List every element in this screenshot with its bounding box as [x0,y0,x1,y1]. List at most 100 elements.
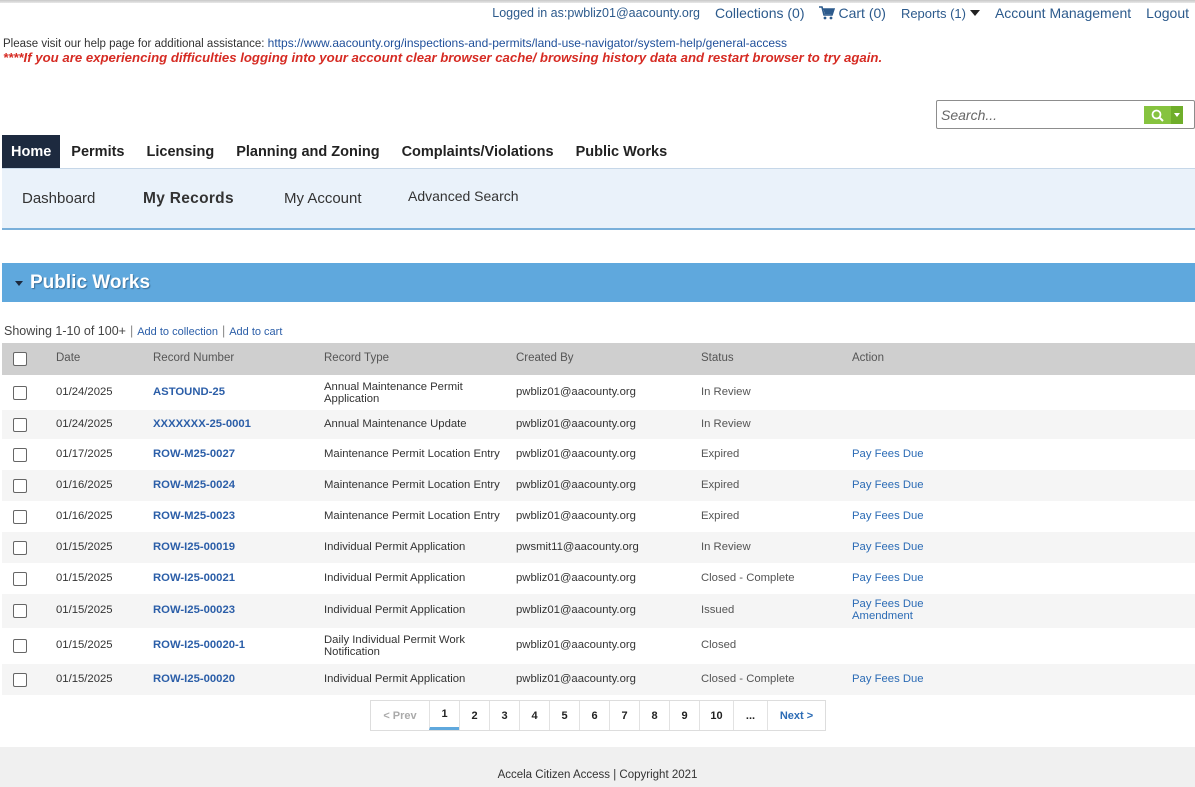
row-record-type: Individual Permit Application [324,673,466,685]
amendment-link[interactable]: Amendment [852,610,913,622]
record-number-link[interactable]: ASTOUND-25 [153,386,225,398]
tab-home[interactable]: Home [2,135,61,173]
row-checkbox[interactable] [13,418,27,432]
tab-permits[interactable]: Permits [60,135,135,168]
header-record-type[interactable]: Record Type [324,352,389,364]
row-checkbox[interactable] [13,479,27,493]
pay-fees-due-link[interactable]: Pay Fees Due [852,448,924,460]
subnav-dashboard[interactable]: Dashboard [22,190,95,207]
row-created-by: pwbliz01@aacounty.org [516,386,636,398]
record-number-link[interactable]: ROW-I25-00023 [153,604,235,616]
section-title: Public Works [30,271,151,293]
pay-fees-due-link[interactable]: Pay Fees Due [852,598,924,610]
row-status: Closed - Complete [701,572,795,584]
row-created-by: pwbliz01@aacounty.org [516,418,636,430]
row-created-by: pwbliz01@aacounty.org [516,604,636,616]
row-checkbox[interactable] [13,572,27,586]
pay-fees-due-link[interactable]: Pay Fees Due [852,510,924,522]
page-10-button[interactable]: 10 [699,701,733,730]
record-number-link[interactable]: ROW-I25-00021 [153,572,235,584]
select-all-checkbox[interactable] [13,352,27,366]
page-1-button[interactable]: 1 [429,701,459,730]
page-2-button[interactable]: 2 [459,701,489,730]
record-number-link[interactable]: ROW-M25-0024 [153,479,235,491]
row-status: In Review [701,418,751,430]
row-record-type: Individual Permit Application [324,541,466,553]
header-created-by[interactable]: Created By [516,352,574,364]
search-options-dropdown[interactable] [1171,106,1183,124]
cart-link[interactable]: Cart (0) [819,5,886,21]
pay-fees-due-link[interactable]: Pay Fees Due [852,572,924,584]
collections-link[interactable]: Collections (0) [715,5,804,21]
search-input[interactable] [941,104,1137,125]
record-number-link[interactable]: ROW-I25-00020 [153,673,235,685]
table-row: 01/24/2025 ASTOUND-25 Annual Maintenance P… [2,375,1195,410]
row-checkbox[interactable] [13,510,27,524]
row-record-type: Individual Permit Application [324,572,466,584]
row-checkbox[interactable] [13,448,27,462]
chevron-down-icon [969,10,980,16]
subnav-my-account[interactable]: My Account [284,190,362,207]
record-number-link[interactable]: ROW-I25-00019 [153,541,235,553]
prev-page-button[interactable]: < Prev [371,701,429,730]
logout-link[interactable]: Logout [1146,5,1189,21]
tab-planning-and-zoning[interactable]: Planning and Zoning [225,135,390,168]
subnav-my-records[interactable]: My Records [143,190,234,208]
more-pages-button[interactable]: ... [733,701,767,730]
add-to-cart-link[interactable]: Add to cart [229,326,282,338]
page-9-button[interactable]: 9 [669,701,699,730]
footer-copyright: Accela Citizen Access | Copyright 2021 [497,769,698,781]
reports-label: Reports (1) [900,5,966,21]
record-number-link[interactable]: ROW-M25-0023 [153,510,235,522]
table-row: 01/17/2025 ROW-M25-0027 Maintenance Permit… [2,439,1195,470]
subnav-advanced-search[interactable]: Advanced Search [408,188,519,204]
page-8-button[interactable]: 8 [639,701,669,730]
row-record-type: Annual Maintenance Permit Application [324,381,463,405]
pay-fees-due-link[interactable]: Pay Fees Due [852,673,924,685]
page-6-button[interactable]: 6 [579,701,609,730]
help-page-link[interactable]: https://www.aacounty.org/inspections-and… [268,36,787,50]
table-row: 01/15/2025 ROW-I25-00019 Individual Permit… [2,532,1195,563]
row-date: 01/24/2025 [56,418,113,430]
help-text: Please visit our help page for additiona… [3,38,268,50]
reports-menu[interactable]: Reports (1) [901,6,980,21]
page-5-button[interactable]: 5 [549,701,579,730]
table-body: 01/24/2025 ASTOUND-25 Annual Maintenance P… [2,375,1195,695]
header-record-number[interactable]: Record Number [153,352,234,364]
record-number-link[interactable]: ROW-M25-0027 [153,448,235,460]
header-action: Action [852,352,884,364]
header-date[interactable]: Date [56,352,80,364]
row-checkbox[interactable] [13,673,27,687]
table-row: 01/16/2025 ROW-M25-0024 Maintenance Permit… [2,470,1195,501]
header-status[interactable]: Status [701,352,734,364]
page-4-button[interactable]: 4 [519,701,549,730]
login-warning: ****If you are experiencing difficulties… [3,50,883,65]
row-status: Closed [701,639,737,651]
row-checkbox[interactable] [13,541,27,555]
user-bar: Logged in as:pwbliz01@aacounty.org Colle… [492,4,1195,22]
record-number-link[interactable]: ROW-I25-00020-1 [153,639,245,651]
row-checkbox[interactable] [13,386,27,400]
page-3-button[interactable]: 3 [489,701,519,730]
tab-public-works[interactable]: Public Works [565,135,679,168]
row-checkbox[interactable] [13,604,27,618]
row-created-by: pwbliz01@aacounty.org [516,639,636,651]
tab-complaints-violations[interactable]: Complaints/Violations [391,135,565,168]
account-management-link[interactable]: Account Management [995,5,1131,21]
search-button[interactable] [1144,106,1171,124]
row-date: 01/15/2025 [56,572,113,584]
help-notice: Please visit our help page for additiona… [3,36,787,50]
row-created-by: pwbliz01@aacounty.org [516,448,636,460]
table-row: 01/15/2025 ROW-I25-00021 Individual Permit… [2,563,1195,594]
row-status: In Review [701,541,751,553]
record-number-link[interactable]: XXXXXXX-25-0001 [153,418,251,430]
row-checkbox[interactable] [13,639,27,653]
page-7-button[interactable]: 7 [609,701,639,730]
table-row: 01/16/2025 ROW-M25-0023 Maintenance Permit… [2,501,1195,532]
tab-licensing[interactable]: Licensing [136,135,226,168]
pay-fees-due-link[interactable]: Pay Fees Due [852,541,924,553]
add-to-collection-link[interactable]: Add to collection [137,326,218,338]
pay-fees-due-link[interactable]: Pay Fees Due [852,479,924,491]
section-header[interactable]: Public Works [2,263,1195,302]
next-page-button[interactable]: Next > [767,701,825,730]
